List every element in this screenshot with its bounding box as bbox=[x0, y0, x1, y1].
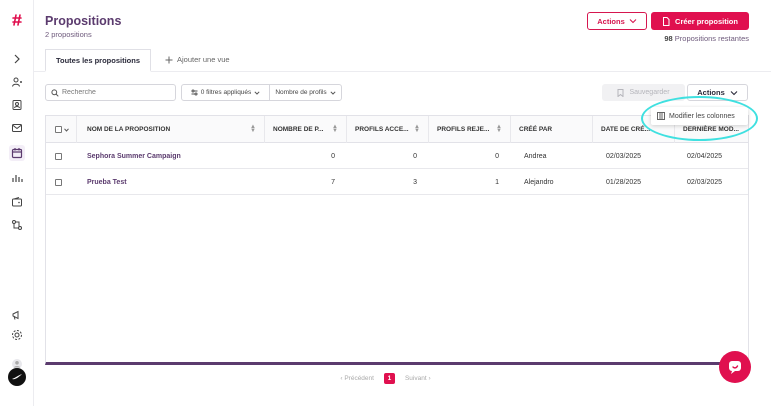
remaining-label: Propositions restantes bbox=[674, 34, 749, 43]
row-checkbox-cell bbox=[55, 169, 67, 195]
next-page-label: Suivant bbox=[404, 375, 427, 382]
chevron-down-icon bbox=[629, 19, 637, 24]
pagination: ‹ Précédent 1 Suivant › bbox=[0, 373, 771, 384]
column-header-accepted[interactable]: PROFILS ACCE... ▲ ▼ bbox=[347, 116, 429, 143]
profiles-count: 7 bbox=[331, 178, 335, 186]
sort-icon: ▲ ▼ bbox=[250, 124, 256, 134]
row-checkbox[interactable] bbox=[55, 178, 62, 186]
profiles-count: 0 bbox=[331, 152, 335, 160]
previous-page-label: Précédent bbox=[344, 375, 374, 382]
accepted-count: 0 bbox=[413, 152, 417, 160]
applied-filters-dropdown[interactable]: 0 filtres appliqués bbox=[182, 85, 270, 100]
column-header-label: NOM DE LA PROPOSITION bbox=[87, 126, 171, 133]
table-header: NOM DE LA PROPOSITION ▲ ▼ NOMBRE DE P... … bbox=[46, 116, 748, 143]
add-view-button[interactable]: Ajouter une vue bbox=[165, 55, 230, 64]
filter-sliders-icon bbox=[191, 89, 198, 96]
table-row[interactable]: Sephora Summer Campaign 0 0 0 Andrea 02/… bbox=[46, 143, 748, 169]
remaining-count: 98 bbox=[664, 34, 673, 43]
created-date: 01/28/2025 bbox=[606, 178, 642, 186]
page-title: Propositions bbox=[45, 14, 122, 28]
column-header-rejected[interactable]: PROFILS REJE... ▲ ▼ bbox=[429, 116, 511, 143]
row-checkbox[interactable] bbox=[55, 152, 62, 160]
column-header-label: CRÉÉ PAR bbox=[519, 126, 553, 133]
current-page-button[interactable]: 1 bbox=[383, 373, 395, 384]
column-header-label: DERNIÈRE MOD... bbox=[683, 126, 739, 133]
save-view-label: Sauvegarder bbox=[629, 89, 670, 96]
chevron-down-icon bbox=[730, 90, 738, 95]
app-root: Propositions 2 propositions Actions Crée… bbox=[0, 0, 771, 406]
chat-bubble-icon bbox=[729, 361, 741, 374]
proposition-name-link[interactable]: Sephora Summer Campaign bbox=[87, 143, 257, 169]
header-actions-label: Actions bbox=[597, 16, 625, 26]
header-actions-button[interactable]: Actions bbox=[587, 12, 647, 30]
chevron-down-icon bbox=[330, 90, 336, 95]
page-subtitle: 2 propositions bbox=[45, 30, 92, 39]
table-actions-label: Actions bbox=[697, 88, 725, 97]
search-icon bbox=[51, 88, 59, 97]
calendar-icon[interactable] bbox=[9, 145, 25, 161]
bookmark-icon bbox=[617, 88, 624, 97]
plus-icon bbox=[165, 56, 173, 63]
search-input[interactable] bbox=[62, 89, 172, 96]
propositions-table: NOM DE LA PROPOSITION ▲ ▼ NOMBRE DE P... … bbox=[45, 115, 749, 365]
column-header-label: PROFILS REJE... bbox=[437, 126, 490, 133]
next-page-button[interactable]: Suivant › bbox=[405, 375, 431, 382]
add-view-label: Ajouter une vue bbox=[177, 55, 230, 64]
chat-support-button[interactable] bbox=[719, 351, 751, 383]
column-header-label: DATE DE CRÉ... bbox=[601, 126, 650, 133]
sort-icon: ▲ ▼ bbox=[332, 124, 338, 134]
megaphone-icon[interactable] bbox=[9, 307, 25, 323]
edit-columns-menu-item[interactable]: Modifier les colonnes bbox=[651, 107, 748, 125]
expand-chevron-icon[interactable] bbox=[9, 51, 25, 67]
filters-group: 0 filtres appliqués Nombre de profils bbox=[181, 84, 342, 101]
wallet-icon[interactable] bbox=[9, 194, 25, 210]
table-row[interactable]: Prueba Test 7 3 1 Alejandro 01/28/2025 0… bbox=[46, 169, 748, 195]
settings-gear-icon[interactable] bbox=[9, 327, 25, 343]
tab-all-propositions[interactable]: Toutes les propositions bbox=[45, 49, 151, 72]
previous-page-button[interactable]: ‹ Précédent bbox=[340, 375, 374, 382]
select-all-checkbox[interactable] bbox=[55, 126, 62, 133]
create-proposition-label: Créer proposition bbox=[675, 16, 738, 26]
document-add-icon bbox=[663, 16, 670, 26]
create-proposition-button[interactable]: Créer proposition bbox=[651, 12, 749, 30]
sort-icon: ▲ ▼ bbox=[414, 124, 420, 134]
rejected-count: 0 bbox=[495, 152, 499, 160]
column-header-created-by[interactable]: CRÉÉ PAR bbox=[511, 116, 593, 143]
columns-icon bbox=[657, 112, 665, 120]
profiles-count-filter[interactable]: Nombre de profils bbox=[270, 85, 341, 100]
contacts-icon[interactable] bbox=[9, 97, 25, 113]
column-header-label: PROFILS ACCE... bbox=[355, 126, 409, 133]
created-date: 02/03/2025 bbox=[606, 152, 642, 160]
save-view-button[interactable]: Sauvegarder bbox=[602, 84, 685, 101]
rejected-count: 1 bbox=[495, 178, 499, 186]
edit-columns-label: Modifier les colonnes bbox=[669, 112, 735, 120]
workflow-icon[interactable] bbox=[9, 217, 25, 233]
column-header-name[interactable]: NOM DE LA PROPOSITION ▲ ▼ bbox=[77, 116, 265, 143]
sort-icon: ▲ ▼ bbox=[496, 124, 502, 134]
chevron-down-icon bbox=[254, 90, 260, 95]
table-actions-button[interactable]: Actions bbox=[687, 84, 748, 101]
accepted-count: 3 bbox=[413, 178, 417, 186]
sidebar bbox=[0, 0, 34, 406]
column-header-profiles[interactable]: NOMBRE DE P... ▲ ▼ bbox=[265, 116, 347, 143]
applied-filters-label: 0 filtres appliqués bbox=[200, 89, 252, 96]
users-icon[interactable] bbox=[9, 74, 25, 90]
mail-icon[interactable] bbox=[9, 120, 25, 136]
chevron-down-icon bbox=[64, 127, 69, 132]
column-header-label: NOMBRE DE P... bbox=[273, 126, 324, 133]
created-by: Andrea bbox=[524, 152, 547, 160]
profiles-count-filter-label: Nombre de profils bbox=[275, 89, 327, 96]
row-checkbox-cell bbox=[55, 143, 67, 169]
modified-date: 02/03/2025 bbox=[687, 178, 723, 186]
search-box[interactable] bbox=[45, 84, 176, 101]
modified-date: 02/04/2025 bbox=[687, 152, 723, 160]
select-all-column[interactable] bbox=[46, 116, 77, 143]
proposition-name-link[interactable]: Prueba Test bbox=[87, 169, 257, 195]
created-by: Alejandro bbox=[524, 178, 554, 186]
remaining-propositions: 98 Propositions restantes bbox=[664, 34, 749, 43]
logo-icon[interactable] bbox=[9, 12, 25, 28]
analytics-icon[interactable] bbox=[9, 170, 25, 186]
